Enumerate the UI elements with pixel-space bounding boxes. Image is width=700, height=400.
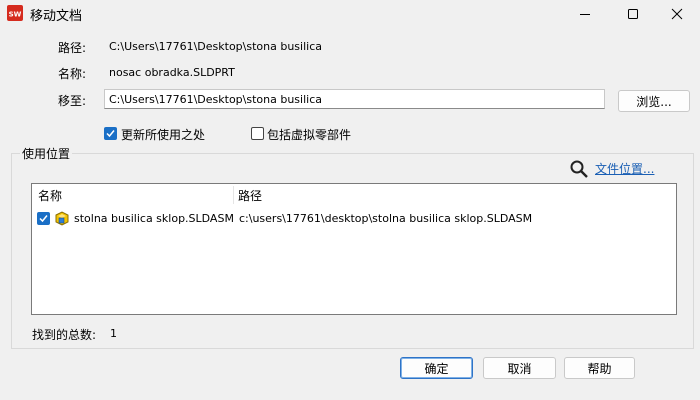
minimize-icon	[580, 14, 590, 15]
checkmark-icon	[39, 215, 48, 223]
table-row[interactable]: stolna busilica sklop.SLDASM c:\users\17…	[32, 208, 676, 228]
close-button[interactable]	[654, 0, 700, 28]
maximize-button[interactable]	[610, 0, 656, 28]
move-to-input[interactable]	[104, 89, 605, 109]
total-found-value: 1	[110, 327, 117, 340]
name-label: 名称:	[58, 67, 87, 81]
name-value: nosac obradka.SLDPRT	[109, 66, 235, 79]
include-virtual-checkbox[interactable]	[251, 127, 264, 140]
column-header-name[interactable]: 名称	[38, 184, 233, 206]
column-separator[interactable]	[233, 186, 234, 204]
close-icon	[671, 8, 683, 20]
solidworks-icon: SW	[7, 5, 23, 21]
row-name: stolna busilica sklop.SLDASM	[74, 212, 234, 225]
include-virtual-label: 包括虚拟零部件	[267, 128, 352, 142]
assembly-icon	[53, 209, 71, 230]
checkmark-icon	[106, 130, 115, 138]
move-to-label: 移至:	[58, 94, 87, 108]
row-checkbox[interactable]	[37, 212, 50, 225]
maximize-icon	[628, 9, 638, 19]
path-value: C:\Users\17761\Desktop\stona busilica	[109, 40, 322, 53]
cancel-button[interactable]: 取消	[483, 357, 556, 379]
total-found-label: 找到的总数:	[32, 328, 97, 342]
usage-group-legend: 使用位置	[20, 145, 73, 162]
ok-button[interactable]: 确定	[400, 357, 473, 379]
update-usages-checkbox[interactable]	[104, 127, 117, 140]
path-label: 路径:	[58, 41, 87, 55]
search-icon[interactable]	[569, 159, 589, 182]
help-button[interactable]: 帮助	[564, 357, 635, 379]
usage-list: 名称 路径 stolna busilica sklop.SLDASM c:\us…	[31, 183, 677, 315]
minimize-button[interactable]	[562, 0, 608, 28]
column-header-path[interactable]: 路径	[238, 184, 658, 206]
window-title: 移动文档	[30, 9, 83, 24]
svg-text:SW: SW	[9, 11, 22, 19]
browse-button[interactable]: 浏览...	[618, 90, 690, 112]
file-location-link[interactable]: 文件位置...	[595, 160, 654, 177]
row-path: c:\users\17761\desktop\stolna busilica s…	[239, 212, 533, 225]
update-usages-label: 更新所使用之处	[121, 128, 206, 142]
title-bar: SW 移动文档	[0, 0, 700, 28]
